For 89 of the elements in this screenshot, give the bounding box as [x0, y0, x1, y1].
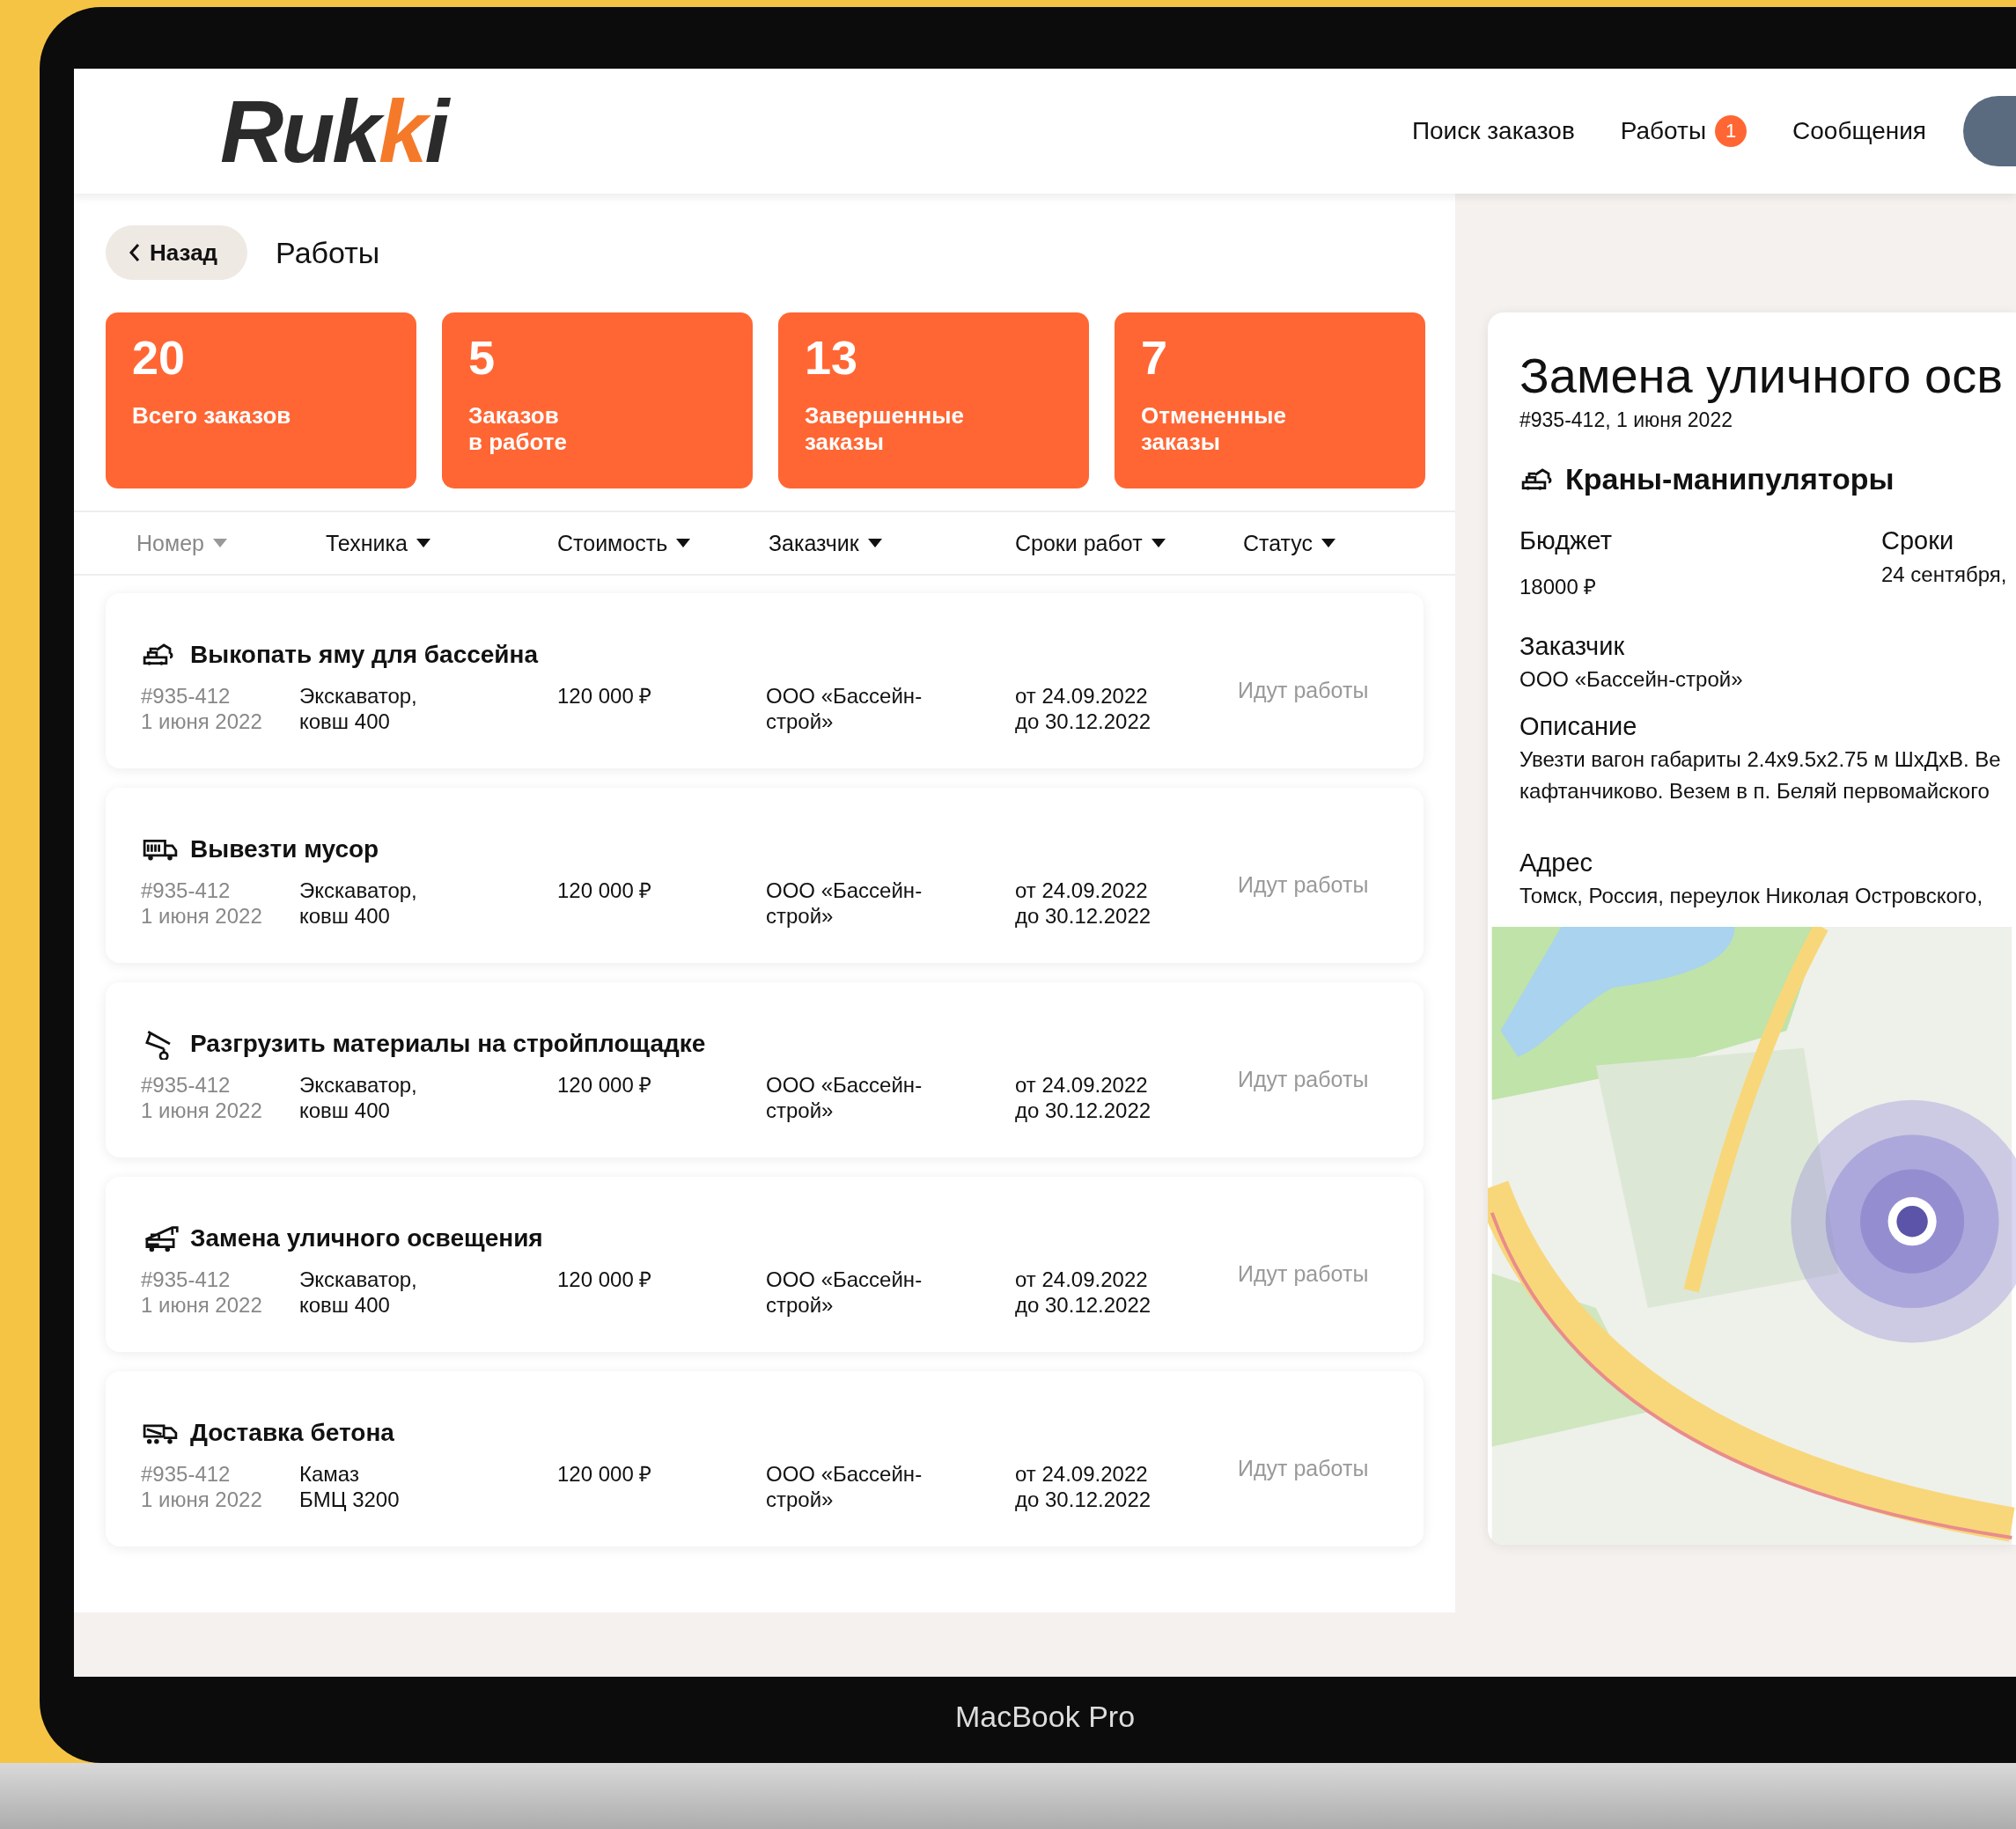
caret-icon — [212, 539, 227, 547]
column-filter[interactable]: Сроки работ — [1015, 530, 1243, 556]
field-value: Томск, Россия, переулок Николая Островского, — [1519, 883, 1984, 910]
nav-link[interactable]: Сообщения — [1792, 117, 1926, 145]
cost-text: 120 000 ₽ — [557, 683, 653, 709]
order-title[interactable]: Замена уличного освещения — [190, 1224, 543, 1252]
caret-icon — [1151, 539, 1166, 547]
end-date: до 30.12.2022 — [1015, 1487, 1152, 1512]
order-number: #935-412 — [141, 1267, 232, 1292]
field-value: Увезти вагон габариты 2.4x9.5x2.75 м ШхДхВ. Ве — [1519, 746, 2002, 774]
order-number: #935-412 — [141, 1461, 232, 1487]
stat-value: 20 — [132, 332, 187, 385]
order-title[interactable]: Выкопать яму для бассейна — [190, 641, 539, 669]
caret-icon — [1321, 539, 1336, 547]
start-date: от 24.09.2022 — [1015, 878, 1149, 903]
order-date: 1 июня 2022 — [141, 1098, 263, 1123]
customer-text: ООО «Бассейн-строй» — [766, 683, 923, 734]
count-badge: 1 — [1715, 115, 1747, 147]
stat-value: 5 — [468, 332, 497, 385]
end-date: до 30.12.2022 — [1015, 709, 1152, 734]
stat-label: Заказов в работе — [468, 403, 569, 457]
order-number: #935-412 — [141, 683, 232, 709]
field-label: Сроки — [1881, 526, 1955, 556]
logo: Rukki — [220, 87, 447, 175]
machine-text: Экскаватор, ковш 400 — [299, 1072, 418, 1123]
order-number: #935-412 — [141, 1072, 232, 1098]
stat-value: 13 — [805, 332, 859, 385]
stat-label: Всего заказов — [132, 403, 291, 430]
column-filter[interactable]: Заказчик — [769, 530, 1015, 556]
order-date: 1 июня 2022 — [141, 1487, 263, 1512]
caret-icon — [676, 539, 691, 547]
start-date: от 24.09.2022 — [1015, 1267, 1149, 1292]
order-date: 1 июня 2022 — [141, 709, 263, 734]
cost-text: 120 000 ₽ — [557, 1461, 653, 1487]
column-filter[interactable]: Номер — [136, 530, 326, 556]
start-date: от 24.09.2022 — [1015, 1072, 1149, 1098]
order-number: #935-412 — [141, 878, 232, 903]
customer-text: ООО «Бассейн-строй» — [766, 1072, 923, 1123]
stat-value: 7 — [1141, 332, 1169, 385]
status-text: Идут работы — [1238, 872, 1370, 899]
field-label: Заказчик — [1519, 632, 1626, 662]
order-date: 1 июня 2022 — [141, 903, 263, 929]
device-label: MacBook Pro — [953, 1699, 1137, 1734]
machine-text: Экскаватор, ковш 400 — [299, 878, 418, 929]
field-label: Описание — [1519, 712, 1638, 742]
field-label: Бюджет — [1519, 526, 1613, 556]
back-button[interactable]: Назад — [106, 225, 248, 280]
end-date: до 30.12.2022 — [1015, 903, 1152, 929]
status-text: Идут работы — [1238, 1067, 1370, 1093]
nav-link[interactable]: Работы 1 — [1620, 115, 1747, 147]
status-text: Идут работы — [1238, 678, 1370, 704]
machine-text: Камаз БМЦ 3200 — [299, 1461, 401, 1512]
cost-text: 120 000 ₽ — [557, 1072, 653, 1098]
start-date: от 24.09.2022 — [1015, 1461, 1149, 1487]
cost-text: 120 000 ₽ — [557, 1267, 653, 1293]
chevron-left-icon — [129, 243, 141, 262]
column-filter[interactable]: Статус — [1243, 530, 1455, 556]
machine-text: Экскаватор, ковш 400 — [299, 683, 418, 734]
stat-label: Завершенные заказы — [805, 403, 965, 457]
field-value: ООО «Бассейн-строй» — [1519, 666, 1744, 694]
caret-icon — [867, 539, 882, 547]
status-text: Идут работы — [1238, 1261, 1370, 1288]
machine-text: Экскаватор, ковш 400 — [299, 1267, 418, 1318]
category-title: Краны-манипуляторы — [1565, 462, 1895, 497]
page-title: Работы — [276, 235, 380, 270]
avatar[interactable] — [1963, 96, 2016, 166]
cost-text: 120 000 ₽ — [557, 878, 653, 904]
caret-icon — [416, 539, 430, 547]
status-text: Идут работы — [1238, 1456, 1370, 1482]
customer-text: ООО «Бассейн-строй» — [766, 1267, 923, 1318]
column-filter[interactable]: Техника — [326, 530, 557, 556]
customer-text: ООО «Бассейн-строй» — [766, 1461, 923, 1512]
order-date: 1 июня 2022 — [141, 1292, 263, 1318]
order-meta: #935-412, 1 июня 2022 — [1519, 408, 1733, 433]
end-date: до 30.12.2022 — [1015, 1098, 1152, 1123]
order-title[interactable]: Вывезти мусор — [190, 835, 379, 863]
budget-value: 18000 ₽ — [1519, 574, 1598, 601]
column-filter[interactable]: Стоимость — [557, 530, 769, 556]
order-heading: Замена уличного осв — [1519, 347, 2004, 405]
terms-value: 24 сентября, — [1881, 562, 2008, 588]
order-title[interactable]: Разгрузить материалы на стройплощадке — [190, 1030, 706, 1058]
customer-text: ООО «Бассейн-строй» — [766, 878, 923, 929]
start-date: от 24.09.2022 — [1015, 683, 1149, 709]
order-title[interactable]: Доставка бетона — [190, 1419, 394, 1447]
end-date: до 30.12.2022 — [1015, 1292, 1152, 1318]
stat-label: Отмененные заказы — [1141, 403, 1287, 457]
field-value: кафтанчиково. Везем в п. Беляй первомайского — [1519, 778, 1990, 805]
field-label: Адрес — [1519, 848, 1594, 878]
nav-link[interactable]: Поиск заказов — [1411, 117, 1575, 145]
